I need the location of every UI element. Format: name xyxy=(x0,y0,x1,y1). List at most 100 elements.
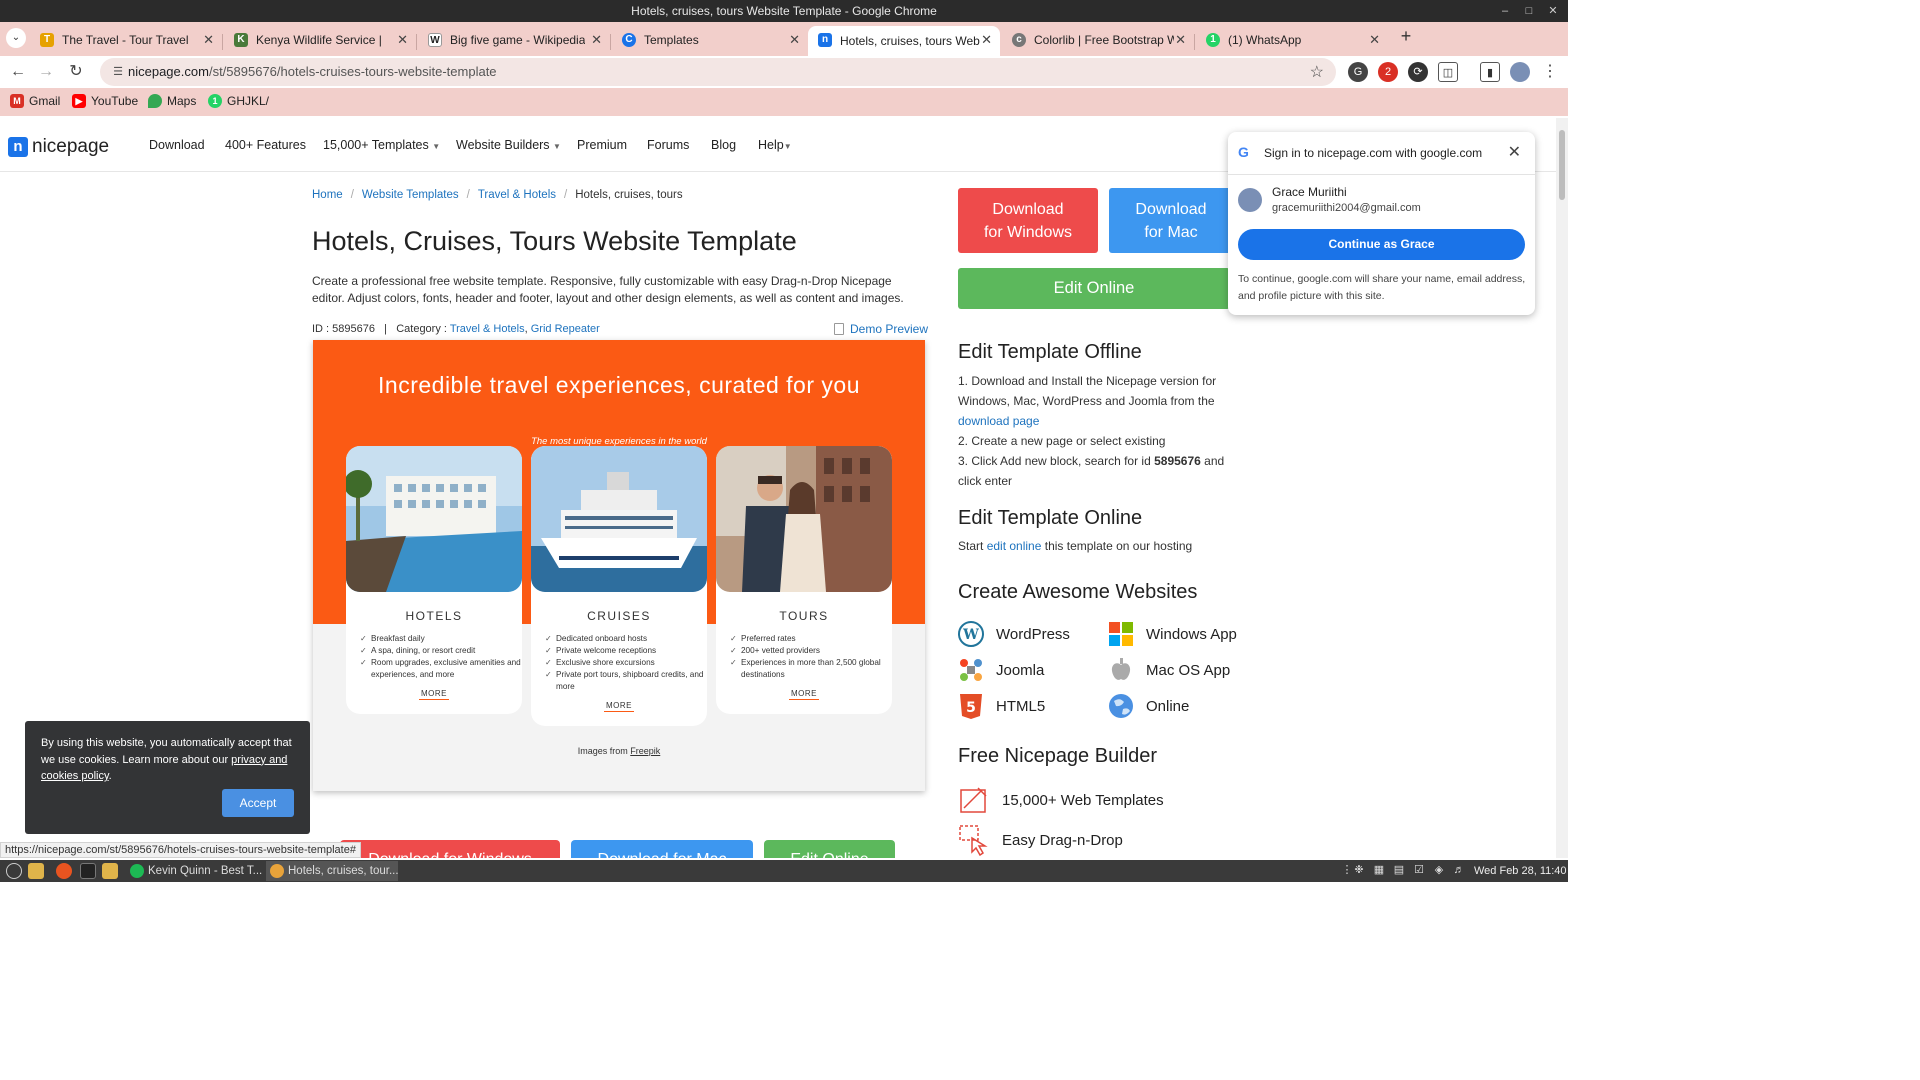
new-tab-plus-icon[interactable]: + xyxy=(1396,26,1416,46)
platform-mac-os-app[interactable]: Mac OS App xyxy=(1108,657,1230,683)
offline-steps: 1. Download and Install the Nicepage ver… xyxy=(958,371,1248,491)
site-info-icon[interactable]: ☰ xyxy=(110,64,126,80)
reload-icon[interactable]: ↻ xyxy=(64,60,88,84)
close-tab-icon[interactable]: ✕ xyxy=(981,32,992,48)
template-preview[interactable]: Incredible travel experiences, curated f… xyxy=(313,340,925,791)
step-3-id: 5895676 xyxy=(1154,454,1201,468)
bottom-edit-online-button[interactable]: Edit Online xyxy=(764,840,895,858)
back-arrow-icon[interactable]: ← xyxy=(6,60,30,84)
close-tab-icon[interactable]: ✕ xyxy=(397,32,408,48)
tab-whatsapp[interactable]: 1 (1) WhatsApp ✕ xyxy=(1196,26,1388,54)
card-more-link[interactable]: MORE xyxy=(419,689,449,700)
close-tab-icon[interactable]: ✕ xyxy=(203,32,214,48)
continue-as-button[interactable]: Continue as Grace xyxy=(1238,229,1525,260)
taskbar-task-spotify[interactable]: Kevin Quinn - Best T... xyxy=(126,861,266,881)
tab-the-travel[interactable]: T The Travel - Tour Travel ✕ xyxy=(30,26,222,54)
tab-big-five-wikipedia[interactable]: W Big five game - Wikipedia ✕ xyxy=(418,26,610,54)
bookmark-youtube[interactable]: ▶ YouTube xyxy=(72,94,138,108)
cruise-ship-image xyxy=(531,446,707,592)
maximize-icon[interactable]: □ xyxy=(1518,0,1540,22)
download-mac-button[interactable]: Download for Mac xyxy=(1109,188,1233,253)
html5-icon: 5 xyxy=(960,694,982,719)
terminal-icon[interactable] xyxy=(80,863,96,879)
close-tab-icon[interactable]: ✕ xyxy=(591,32,602,48)
bookmark-gmail[interactable]: M Gmail xyxy=(10,94,60,108)
edit-online-heading: Edit Template Online xyxy=(958,507,1143,529)
nav-help[interactable]: Help▼ xyxy=(758,138,792,152)
tab-kenya-wildlife[interactable]: K Kenya Wildlife Service | ✕ xyxy=(224,26,416,54)
address-bar[interactable]: ☰ nicepage.com/st/5895676/hotels-cruises… xyxy=(100,58,1336,86)
platform-joomla[interactable]: Joomla xyxy=(958,657,1044,683)
side-panel-icon[interactable]: ▮ xyxy=(1480,62,1500,82)
breadcrumb-website-templates[interactable]: Website Templates xyxy=(362,189,459,201)
category-grid-repeater-link[interactable]: Grid Repeater xyxy=(531,323,600,335)
close-tab-icon[interactable]: ✕ xyxy=(789,32,800,48)
platform-windows-app[interactable]: Windows App xyxy=(1108,621,1237,647)
profile-avatar-icon[interactable] xyxy=(1510,62,1530,82)
update-icon[interactable]: ☑ xyxy=(1412,863,1426,877)
page-description: Create a professional free website templ… xyxy=(312,274,904,305)
grammarly-icon[interactable]: G xyxy=(1348,62,1368,82)
breadcrumb-home[interactable]: Home xyxy=(312,189,343,201)
close-tab-icon[interactable]: ✕ xyxy=(1369,32,1380,48)
wifi-icon[interactable]: ◈ xyxy=(1432,863,1446,877)
download-windows-button[interactable]: Download for Windows xyxy=(958,188,1098,253)
bluetooth-icon[interactable]: ❉ xyxy=(1352,863,1366,877)
category-travel-hotels-link[interactable]: Travel & Hotels xyxy=(450,323,525,335)
minimize-icon[interactable]: – xyxy=(1494,0,1516,22)
bookmark-maps[interactable]: Maps xyxy=(148,94,196,108)
scrollbar-thumb[interactable] xyxy=(1559,130,1565,200)
sync-extension-icon[interactable]: ⟳ xyxy=(1408,62,1428,82)
close-icon[interactable]: ✕ xyxy=(1508,142,1521,162)
firefox-icon[interactable] xyxy=(56,863,72,879)
volume-icon[interactable]: ♬ xyxy=(1452,863,1466,877)
download-page-link[interactable]: download page xyxy=(958,414,1039,428)
extensions-puzzle-icon[interactable]: ◫ xyxy=(1438,62,1458,82)
taskbar-task-chrome[interactable]: Hotels, cruises, tour... xyxy=(266,861,398,881)
nav-blog[interactable]: Blog xyxy=(711,138,736,152)
breadcrumb-travel-hotels[interactable]: Travel & Hotels xyxy=(478,189,556,201)
bookmark-star-icon[interactable]: ☆ xyxy=(1310,62,1324,82)
accept-cookies-button[interactable]: Accept xyxy=(222,789,294,817)
google-sign-in-popup: G Sign in to nicepage.com with google.co… xyxy=(1228,132,1535,315)
extension-badge-icon[interactable]: 2 xyxy=(1378,62,1398,82)
clipboard-icon[interactable]: ▦ xyxy=(1372,863,1386,877)
url-text[interactable]: nicepage.com/st/5895676/hotels-cruises-t… xyxy=(128,64,497,79)
tab-search-chevron-icon[interactable]: ⌄ xyxy=(6,28,26,48)
files-icon[interactable] xyxy=(28,863,44,879)
colorlib-icon: c xyxy=(1012,33,1026,47)
nicepage-logo[interactable]: n nicepage xyxy=(8,136,109,158)
edit-online-link[interactable]: edit online xyxy=(987,539,1042,553)
forward-arrow-icon[interactable]: → xyxy=(34,60,58,84)
bookmark-ghjkl[interactable]: 1 GHJKL/ xyxy=(208,94,269,108)
more-menu-icon[interactable]: ⋮ xyxy=(1538,60,1562,84)
nav-forums[interactable]: Forums xyxy=(647,138,689,152)
nav-download[interactable]: Download xyxy=(149,138,205,152)
tab-templates[interactable]: C Templates ✕ xyxy=(612,26,808,54)
bottom-download-windows-button[interactable]: Download for Windows xyxy=(340,840,560,858)
page-scrollbar[interactable] xyxy=(1556,118,1568,858)
tab-hotels-cruises-tours[interactable]: n Hotels, cruises, tours Websit ✕ xyxy=(808,26,1000,56)
window-titlebar: Hotels, cruises, tours Website Template … xyxy=(0,0,1568,22)
close-window-icon[interactable]: ✕ xyxy=(1542,0,1564,22)
demo-preview-link[interactable]: Demo Preview xyxy=(834,322,928,336)
card-more-link[interactable]: MORE xyxy=(604,701,634,712)
folder-icon[interactable] xyxy=(102,863,118,879)
close-tab-icon[interactable]: ✕ xyxy=(1175,32,1186,48)
card-more-link[interactable]: MORE xyxy=(789,689,819,700)
platform-html5[interactable]: 5 HTML5 xyxy=(958,693,1045,719)
tab-colorlib[interactable]: c Colorlib | Free Bootstrap We ✕ xyxy=(1002,26,1194,54)
breadcrumb: Home / Website Templates / Travel & Hotels / H… xyxy=(312,189,683,201)
platform-online[interactable]: Online xyxy=(1108,693,1189,719)
nav-website-builders[interactable]: Website Builders ▼ xyxy=(456,138,561,152)
nav-templates[interactable]: 15,000+ Templates ▼ xyxy=(323,138,440,152)
platform-wordpress[interactable]: W WordPress xyxy=(958,621,1070,647)
edit-online-button[interactable]: Edit Online xyxy=(958,268,1230,309)
nav-premium[interactable]: Premium xyxy=(577,138,627,152)
nav-features[interactable]: 400+ Features xyxy=(225,138,306,152)
menu-icon[interactable] xyxy=(6,863,22,879)
freepik-link[interactable]: Freepik xyxy=(630,746,660,756)
clock[interactable]: Wed Feb 28, 11:40 xyxy=(1474,860,1567,882)
bottom-download-mac-button[interactable]: Download for Mac xyxy=(571,840,753,858)
calendar-icon[interactable]: ▤ xyxy=(1392,863,1406,877)
